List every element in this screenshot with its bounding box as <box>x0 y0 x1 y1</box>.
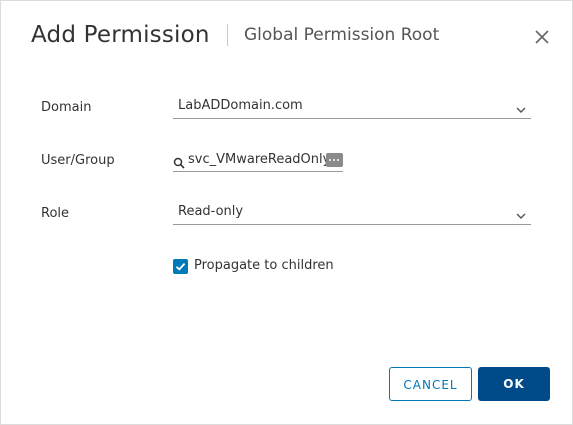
user-group-input[interactable]: svc_VMwareReadOnly <box>173 149 343 172</box>
user-group-label: User/Group <box>41 153 115 168</box>
checkmark-icon <box>175 262 186 271</box>
domain-value: LabADDomain.com <box>178 98 303 113</box>
domain-label: Domain <box>41 100 92 115</box>
cancel-button[interactable]: CANCEL <box>389 367 472 401</box>
add-permission-dialog: Add Permission Global Permission Root Do… <box>0 0 573 425</box>
role-select[interactable]: Read-only <box>173 202 531 225</box>
dialog-title: Add Permission <box>31 22 210 48</box>
ok-button[interactable]: OK <box>478 367 550 401</box>
search-icon <box>173 154 185 169</box>
domain-select[interactable]: LabADDomain.com <box>173 96 531 119</box>
chevron-down-icon <box>515 207 527 219</box>
title-divider <box>227 24 228 46</box>
role-label: Role <box>41 206 70 221</box>
propagate-label: Propagate to children <box>194 258 334 273</box>
chevron-down-icon <box>515 101 527 113</box>
dialog-subtitle: Global Permission Root <box>244 25 440 45</box>
role-value: Read-only <box>178 204 244 219</box>
close-icon[interactable] <box>534 29 550 45</box>
dialog-header: Add Permission Global Permission Root <box>31 19 552 53</box>
more-options-icon[interactable] <box>326 153 343 167</box>
user-group-value: svc_VMwareReadOnly <box>188 152 331 167</box>
propagate-checkbox[interactable] <box>173 259 188 274</box>
